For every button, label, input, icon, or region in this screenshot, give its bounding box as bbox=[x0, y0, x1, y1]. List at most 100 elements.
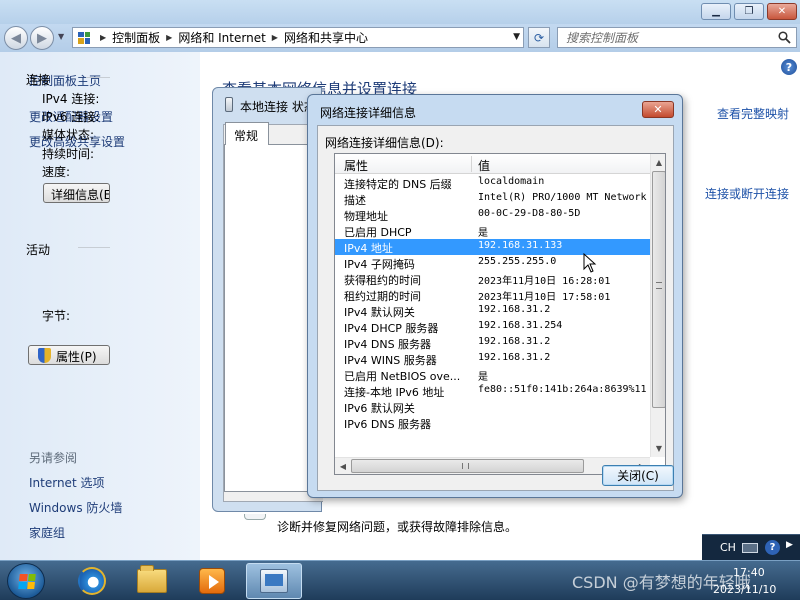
section-divider bbox=[86, 77, 110, 78]
table-row[interactable]: 获得租约的时间 2023年11月10日 16:28:01 bbox=[335, 271, 650, 287]
scroll-up-button[interactable]: ▲ bbox=[651, 154, 665, 171]
cell-value: localdomain bbox=[478, 176, 545, 187]
label-media-state: 媒体状态: bbox=[42, 128, 95, 142]
cell-value: 是 bbox=[478, 372, 488, 383]
table-row[interactable]: IPv4 WINS 服务器 192.168.31.2 bbox=[335, 351, 650, 367]
scroll-left-button[interactable]: ◀ bbox=[335, 458, 351, 474]
watermark-text: CSDN @有梦想的年轻哦 bbox=[572, 573, 751, 592]
back-button[interactable]: ◀ bbox=[4, 26, 28, 50]
window-titlebar: ▁ ❐ ✕ bbox=[0, 0, 800, 24]
dialog-title: 网络连接详细信息 bbox=[320, 106, 417, 120]
language-bar-options-icon[interactable]: ▶ bbox=[786, 540, 793, 550]
link-troubleshoot[interactable]: 诊断并修复网络问题，或获得故障排除信息。 bbox=[277, 518, 517, 535]
label-ipv6-connectivity: IPv6 连接: bbox=[42, 110, 100, 124]
table-row[interactable]: IPv4 DNS 服务器 192.168.31.2 bbox=[335, 335, 650, 351]
properties-button[interactable]: 属性(P) bbox=[28, 345, 110, 365]
details-button[interactable]: 详细信息(E)... bbox=[43, 183, 110, 203]
close-icon: ✕ bbox=[653, 103, 663, 116]
navigation-bar: ◀ ▶ ▼ ▶ 控制面板 ▶ 网络和 Internet ▶ 网络和共享中心 ▼ … bbox=[0, 24, 800, 52]
refresh-icon: ⟳ bbox=[533, 30, 545, 45]
vertical-scroll-thumb[interactable] bbox=[652, 171, 665, 408]
address-dropdown-icon[interactable]: ▼ bbox=[513, 32, 520, 42]
cell-property: IPv4 默认网关 bbox=[344, 306, 415, 319]
column-header-property[interactable]: 属性 bbox=[344, 157, 368, 174]
column-header-value[interactable]: 值 bbox=[478, 157, 490, 174]
search-input[interactable] bbox=[566, 30, 776, 45]
table-row[interactable]: IPv4 默认网关 192.168.31.2 bbox=[335, 303, 650, 319]
taskbar-network-center[interactable] bbox=[246, 563, 302, 599]
table-row[interactable]: IPv4 地址 192.168.31.133 bbox=[335, 239, 650, 255]
label-bytes: 字节: bbox=[42, 309, 71, 323]
search-box[interactable] bbox=[557, 27, 797, 48]
horizontal-scroll-thumb[interactable] bbox=[351, 459, 584, 473]
breadcrumb-network-sharing-center[interactable]: 网络和共享中心 bbox=[284, 29, 368, 46]
cell-value: 00-0C-29-D8-80-5D bbox=[478, 208, 581, 219]
forward-arrow-icon: ▶ bbox=[37, 30, 47, 46]
table-row[interactable]: 已启用 NetBIOS ove... 是 bbox=[335, 367, 650, 383]
search-icon[interactable] bbox=[778, 31, 791, 44]
breadcrumb-separator-icon[interactable]: ▶ bbox=[166, 33, 172, 42]
refresh-button[interactable]: ⟳ bbox=[528, 27, 550, 48]
details-listview[interactable]: 属性 值 连接特定的 DNS 后缀 localdomain 描述 Intel(R) P… bbox=[334, 153, 666, 475]
taskbar-internet-explorer[interactable] bbox=[64, 563, 120, 599]
link-connect-disconnect[interactable]: 连接或断开连接 bbox=[705, 185, 789, 202]
list-rows: 连接特定的 DNS 后缀 localdomain 描述 Intel(R) PRO/10… bbox=[335, 175, 650, 455]
breadcrumb-separator-icon[interactable]: ▶ bbox=[100, 33, 106, 42]
close-button[interactable]: 关闭(C) bbox=[602, 465, 674, 486]
label-speed: 速度: bbox=[42, 165, 71, 179]
link-internet-options[interactable]: Internet 选项 bbox=[29, 474, 104, 491]
table-row[interactable]: 已启用 DHCP 是 bbox=[335, 223, 650, 239]
folder-icon bbox=[137, 565, 167, 593]
cell-value: fe80::51f0:141b:264a:8639%11 bbox=[478, 384, 647, 395]
cell-value: 192.168.31.2 bbox=[478, 336, 551, 347]
cell-property: 已启用 DHCP bbox=[344, 226, 412, 239]
breadcrumb-network-internet[interactable]: 网络和 Internet bbox=[178, 29, 265, 46]
dialog-close-button[interactable]: ✕ bbox=[642, 101, 674, 118]
label-duration: 持续时间: bbox=[42, 147, 95, 161]
status-window-title: 本地连接 状态 bbox=[240, 100, 316, 114]
cell-property: IPv4 子网掩码 bbox=[344, 258, 415, 271]
cell-property: 获得租约的时间 bbox=[344, 274, 421, 287]
details-list-label: 网络连接详细信息(D): bbox=[325, 136, 444, 150]
help-icon[interactable]: ? bbox=[765, 540, 780, 555]
cell-value: 192.168.31.2 bbox=[478, 304, 551, 315]
table-row[interactable]: 连接特定的 DNS 后缀 localdomain bbox=[335, 175, 650, 191]
left-navigation-pane: 控制面板主页 更改适配器设置 更改高级共享设置 另请参阅 Internet 选项… bbox=[0, 52, 200, 560]
close-window-button[interactable]: ✕ bbox=[767, 3, 797, 20]
keyboard-icon[interactable] bbox=[742, 543, 758, 553]
section-connection: 连接 bbox=[26, 73, 51, 87]
breadcrumb-control-panel[interactable]: 控制面板 bbox=[112, 29, 160, 46]
cell-value: 255.255.255.0 bbox=[478, 256, 557, 267]
link-view-full-map[interactable]: 查看完整映射 bbox=[717, 105, 789, 122]
table-row[interactable]: 物理地址 00-0C-29-D8-80-5D bbox=[335, 207, 650, 223]
maximize-button[interactable]: ❐ bbox=[734, 3, 764, 20]
vertical-scrollbar[interactable]: ▲ ▼ bbox=[650, 154, 665, 457]
link-homegroup[interactable]: 家庭组 bbox=[29, 524, 65, 541]
scroll-down-button[interactable]: ▼ bbox=[651, 440, 665, 457]
breadcrumb-separator-icon[interactable]: ▶ bbox=[272, 33, 278, 42]
table-row[interactable]: IPv4 DHCP 服务器 192.168.31.254 bbox=[335, 319, 650, 335]
recent-pages-dropdown[interactable]: ▼ bbox=[58, 32, 64, 41]
language-indicator[interactable]: CH bbox=[720, 541, 736, 554]
taskbar-media-player[interactable] bbox=[184, 563, 240, 599]
address-bar[interactable]: ▶ 控制面板 ▶ 网络和 Internet ▶ 网络和共享中心 ▼ bbox=[72, 27, 524, 48]
taskbar-file-explorer[interactable] bbox=[124, 563, 180, 599]
table-row[interactable]: 租约过期的时间 2023年11月10日 17:58:01 bbox=[335, 287, 650, 303]
column-divider[interactable] bbox=[471, 156, 472, 172]
table-row[interactable]: IPv6 默认网关 bbox=[335, 399, 650, 415]
list-header: 属性 值 bbox=[335, 154, 650, 174]
table-row[interactable]: 连接-本地 IPv6 地址 fe80::51f0:141b:264a:8639%1… bbox=[335, 383, 650, 399]
table-row[interactable]: IPv4 子网掩码 255.255.255.0 bbox=[335, 255, 650, 271]
help-button[interactable]: ? bbox=[781, 59, 797, 75]
grip-icon bbox=[656, 282, 662, 289]
table-row[interactable]: 描述 Intel(R) PRO/1000 MT Network C bbox=[335, 191, 650, 207]
forward-button[interactable]: ▶ bbox=[30, 26, 54, 50]
minimize-button[interactable]: ▁ bbox=[701, 3, 731, 20]
cell-property: 连接特定的 DNS 后缀 bbox=[344, 178, 452, 191]
link-windows-firewall[interactable]: Windows 防火墙 bbox=[29, 499, 122, 516]
dialog-body: 网络连接详细信息(D): 属性 值 连接特定的 DNS 后缀 localdomai… bbox=[317, 125, 674, 491]
table-row[interactable]: IPv6 DNS 服务器 bbox=[335, 415, 650, 431]
start-button[interactable] bbox=[7, 563, 45, 599]
tab-general[interactable]: 常规 bbox=[225, 122, 269, 145]
cell-value: Intel(R) PRO/1000 MT Network C bbox=[478, 192, 650, 203]
